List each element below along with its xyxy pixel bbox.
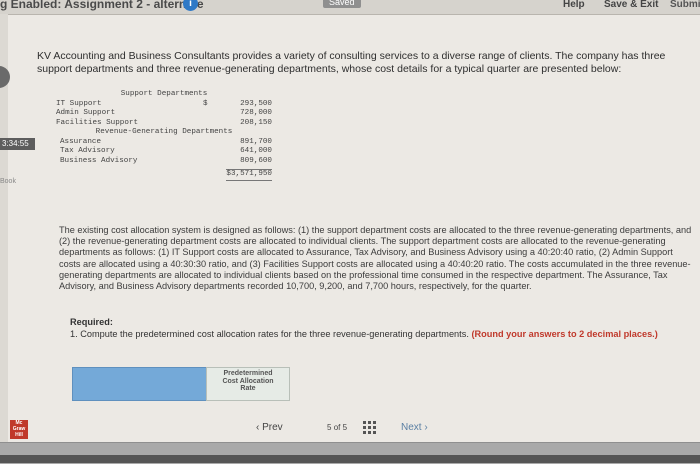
table-row: IT Support $ 293,500 (56, 100, 272, 110)
question-intro: KV Accounting and Business Consultants p… (37, 50, 666, 75)
bottom-strip (0, 455, 700, 463)
page-total: 5 (342, 423, 348, 432)
answer-column-header: Predetermined Cost Allocation Rate (206, 367, 290, 401)
row-label: IT Support (56, 99, 102, 108)
answer-header-line: Predetermined (223, 370, 273, 377)
saved-status: Saved (323, 0, 361, 8)
row-label: Admin Support (56, 109, 116, 117)
row-label: Facilities Support (56, 118, 139, 127)
row-label: Assurance (60, 137, 102, 146)
total-value: $3,571,950 (226, 169, 272, 181)
answer-table-corner (72, 367, 208, 401)
row-value: 293,500 (240, 99, 272, 108)
table-row: Business Advisory 809,600 (56, 157, 272, 167)
answer-header-line: Rate (240, 385, 256, 392)
help-button[interactable]: Help (563, 0, 585, 10)
row-value: 809,600 (240, 156, 272, 165)
table-row: Facilities Support 208,150 (56, 119, 272, 129)
next-button[interactable]: Next › (401, 422, 428, 433)
row-label: Tax Advisory (60, 147, 115, 155)
page-of: of (333, 423, 341, 432)
table-row: Admin Support 728,000 (56, 109, 272, 119)
ebook-link[interactable]: Book (0, 178, 16, 185)
mcgraw-hill-logo: Mc Graw Hill (10, 420, 28, 439)
row-value: 891,700 (240, 137, 272, 146)
required-title: Required: (70, 317, 113, 327)
save-exit-button[interactable]: Save & Exit (604, 0, 658, 10)
chevron-left-icon: ‹ (256, 422, 260, 433)
submit-button[interactable]: Submi (670, 0, 700, 10)
timer: 3:34:55 (0, 138, 35, 150)
support-heading: Support Departments (120, 90, 208, 98)
prev-button[interactable]: ‹ Prev (256, 422, 283, 433)
page-indicator: 5 of 5 (327, 423, 347, 432)
required-item: 1. Compute the predetermined cost alloca… (70, 329, 690, 341)
row-label: Business Advisory (60, 156, 138, 165)
next-label: Next (401, 422, 422, 433)
assignment-title: g Enabled: Assignment 2 - alternate (0, 0, 204, 11)
chevron-right-icon: › (424, 422, 428, 433)
row-value: 728,000 (240, 109, 272, 117)
top-bar: g Enabled: Assignment 2 - alternate i Sa… (0, 0, 700, 15)
table-row: Tax Advisory 641,000 (56, 147, 272, 157)
logo-line: Hill (15, 432, 23, 438)
row-value: 208,150 (240, 118, 272, 127)
grid-icon[interactable] (363, 421, 376, 434)
prev-label: Prev (262, 422, 283, 433)
required-text: 1. Compute the predetermined cost alloca… (70, 328, 469, 339)
currency-sign: $ (203, 99, 208, 108)
question-body: The existing cost allocation system is d… (59, 225, 692, 292)
row-value: 641,000 (240, 147, 272, 155)
rounding-note: (Round your answers to 2 decimal places.… (471, 328, 658, 339)
answer-header-line: Cost Allocation (222, 377, 274, 385)
required-section: Required: 1. Compute the predetermined c… (70, 317, 690, 340)
table-row: Assurance 891,700 (56, 138, 272, 148)
revenue-heading: Revenue-Generating Departments (95, 128, 233, 136)
cost-table: Support Departments IT Support $ 293,500… (56, 90, 272, 181)
collapse-sidebar-icon[interactable] (0, 66, 10, 88)
page-current: 5 (327, 423, 332, 432)
